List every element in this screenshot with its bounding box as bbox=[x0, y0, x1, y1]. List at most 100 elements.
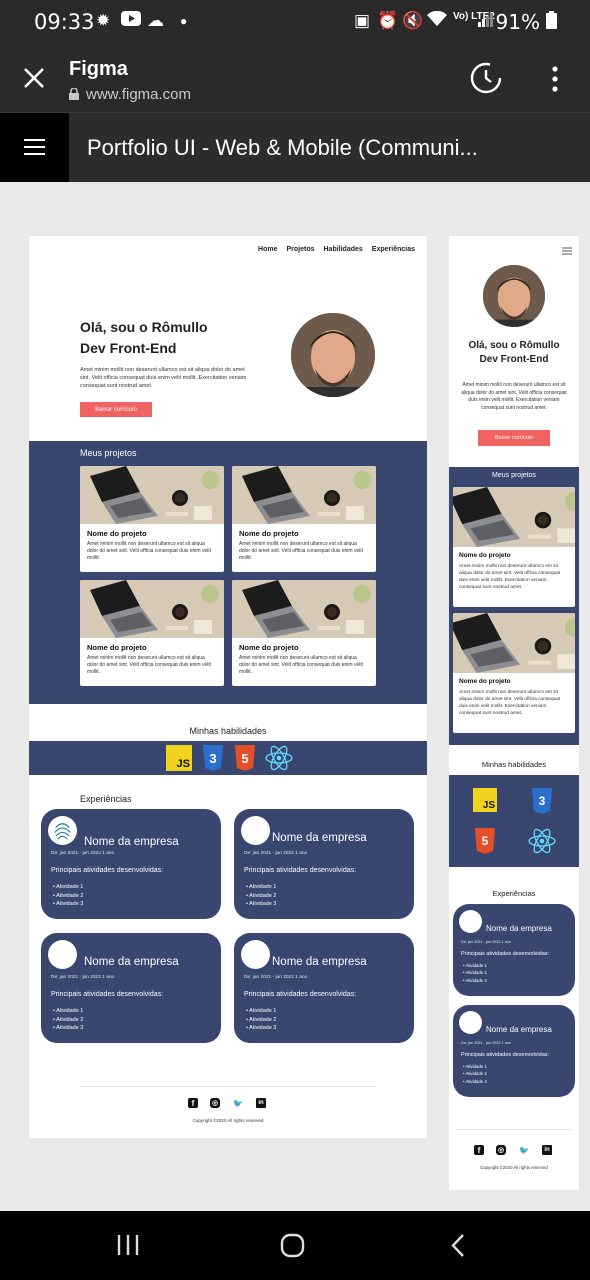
activities-label: Principais atividades desenvolvidas: bbox=[51, 867, 164, 874]
mobile-download-cv-button[interactable]: Baixar currículo bbox=[478, 430, 550, 446]
footer-divider bbox=[80, 1086, 376, 1087]
project-description: Amet minim mollit non deserunt ullamco e… bbox=[87, 654, 211, 676]
mobile-hero-title-line2: Dev Front-End bbox=[479, 354, 549, 365]
mobile-experience-heading: Experiências bbox=[492, 889, 536, 898]
youtube-icon bbox=[121, 11, 141, 31]
project-title: Nome do projeto bbox=[87, 529, 147, 538]
company-logo-placeholder bbox=[241, 816, 270, 845]
mobile-social-links: f ◎ 🐦 in bbox=[474, 1145, 552, 1155]
project-title: Nome do projeto bbox=[239, 529, 299, 538]
hero-title-line1: Olá, sou o Rômullo bbox=[80, 319, 208, 335]
activities-label: Principais atividades desenvolvidas: bbox=[461, 1052, 550, 1058]
mobile-projects-section: Meus projetos Nome do projeto Amet minim … bbox=[449, 467, 579, 745]
file-title: Portfolio UI - Web & Mobile (Communi... bbox=[87, 135, 478, 160]
experience-card[interactable]: Nome da empresa De: jan 2021 - jan 2022 1… bbox=[234, 933, 414, 1043]
save-icon: ▣ bbox=[354, 11, 371, 30]
activity-item: • Atividade 2 bbox=[246, 892, 277, 899]
project-image bbox=[80, 466, 224, 524]
experience-dates: De: jan 2021 - jan 2022 1 ano bbox=[461, 940, 512, 944]
project-description: Amet minim mollit non deserunt ullamco e… bbox=[459, 563, 561, 590]
company-logo-placeholder bbox=[459, 1011, 482, 1034]
recent-apps-icon[interactable] bbox=[116, 1233, 140, 1262]
company-name: Nome da empresa bbox=[486, 1025, 552, 1034]
projects-section: Meus projetos Nome do projeto Amet minim … bbox=[29, 441, 427, 704]
mobile-javascript-icon: JS bbox=[473, 788, 497, 812]
alarm-icon: ⏰ bbox=[377, 11, 399, 30]
linkedin-icon[interactable]: in bbox=[256, 1098, 266, 1108]
facebook-icon[interactable]: f bbox=[188, 1098, 198, 1108]
activity-item: • Atividade 2 bbox=[463, 970, 487, 976]
mobile-profile-photo bbox=[483, 265, 545, 327]
experience-card[interactable]: Nome da empresa De: jan 2021 - jan 2022 1… bbox=[453, 1005, 575, 1097]
html5-icon: 5 bbox=[234, 745, 256, 771]
activity-item: • Atividade 1 bbox=[463, 963, 487, 968]
activities-list: • Atividade 1 • Atividade 2 • Atividade 3 bbox=[246, 1007, 276, 1033]
activity-item: • Atividade 2 bbox=[246, 1016, 277, 1023]
activity-item: • Atividade 3 bbox=[463, 1078, 487, 1084]
activity-item: • Atividade 3 bbox=[53, 1025, 84, 1031]
activity-item: • Atividade 2 bbox=[53, 1016, 84, 1023]
dot-icon: ● bbox=[180, 14, 188, 28]
activity-item: • Atividade 3 bbox=[53, 901, 84, 907]
mobile-html5-icon: 5 bbox=[474, 828, 496, 854]
company-name: Nome da empresa bbox=[84, 956, 179, 968]
signal-icon bbox=[478, 11, 494, 32]
nav-projetos[interactable]: Projetos bbox=[286, 246, 314, 253]
mobile-skills-heading: Minhas habilidades bbox=[481, 760, 547, 769]
project-card[interactable]: Nome do projeto Amet minim mollit non des… bbox=[80, 580, 224, 686]
activity-item: • Atividade 1 bbox=[53, 1008, 84, 1014]
hero-text: Amet minim mollit non deserunt ullamco e… bbox=[80, 367, 247, 389]
project-card[interactable]: Nome do projeto Amet minim mollit non des… bbox=[453, 613, 575, 733]
mobile-menu-icon[interactable] bbox=[562, 242, 572, 260]
company-name: Nome da empresa bbox=[486, 924, 552, 933]
download-cv-button[interactable]: Baixar currículo bbox=[80, 402, 152, 417]
react-icon bbox=[264, 744, 294, 777]
activities-list: • Atividade 1 • Atividade 2 • Atividade 3 bbox=[53, 883, 83, 909]
mute-icon: 🔇 bbox=[402, 11, 424, 30]
activity-item: • Atividade 3 bbox=[246, 901, 277, 907]
mobile-linkedin-icon[interactable]: in bbox=[542, 1145, 552, 1155]
profile-photo bbox=[291, 313, 375, 397]
mobile-frame[interactable]: Olá, sou o Rômullo Dev Front-End Amet mi… bbox=[449, 236, 579, 1190]
skills-section: JS 3 5 bbox=[29, 741, 427, 775]
experience-card[interactable]: Nome da empresa De: jan 2021 - jan 2022 1… bbox=[41, 809, 221, 919]
twitter-icon[interactable]: 🐦 bbox=[232, 1098, 244, 1108]
activities-label: Principais atividades desenvolvidas: bbox=[244, 991, 357, 998]
project-card[interactable]: Nome do projeto Amet minim mollit non des… bbox=[232, 580, 376, 686]
cloud-icon: ☁ bbox=[147, 11, 164, 30]
activity-item: • Atividade 1 bbox=[53, 884, 84, 890]
mobile-facebook-icon[interactable]: f bbox=[474, 1145, 484, 1155]
instagram-icon[interactable]: ◎ bbox=[210, 1098, 220, 1108]
mobile-instagram-icon[interactable]: ◎ bbox=[496, 1145, 506, 1155]
nav-habilidades[interactable]: Habilidades bbox=[324, 246, 363, 253]
hamburger-menu-button[interactable] bbox=[0, 113, 69, 182]
activity-item: • Atividade 1 bbox=[246, 884, 277, 890]
nav-home[interactable]: Home bbox=[258, 246, 277, 253]
project-image bbox=[80, 580, 224, 638]
battery-percent: 91% bbox=[495, 10, 540, 34]
experience-dates: De: jan 2021 - jan 2022 1 ano bbox=[244, 851, 308, 856]
project-card[interactable]: Nome do projeto Amet minim mollit non des… bbox=[232, 466, 376, 572]
back-icon[interactable] bbox=[450, 1233, 466, 1263]
project-title: Nome do projeto bbox=[459, 552, 511, 559]
battery-icon bbox=[546, 11, 557, 34]
more-options-icon[interactable] bbox=[552, 66, 558, 97]
experience-card[interactable]: Nome da empresa De: jan 2021 - jan 2022 1… bbox=[234, 809, 414, 919]
css3-icon: 3 bbox=[202, 745, 224, 771]
project-card[interactable]: Nome do projeto Amet minim mollit non des… bbox=[453, 487, 575, 607]
android-nav-bar bbox=[0, 1211, 590, 1280]
figma-header: Portfolio UI - Web & Mobile (Communi... bbox=[0, 113, 590, 182]
experience-card[interactable]: Nome da empresa De: jan 2021 - jan 2022 1… bbox=[453, 904, 575, 996]
nav-experiencias[interactable]: Experiências bbox=[372, 246, 415, 253]
home-icon[interactable] bbox=[280, 1233, 305, 1263]
experience-card[interactable]: Nome da empresa De: jan 2021 - jan 2022 1… bbox=[41, 933, 221, 1043]
mobile-footer-copyright: Copyright ©2020 All rights reserved bbox=[480, 1165, 548, 1170]
footer-copyright: Copyright ©2020 All rights reserved bbox=[192, 1118, 264, 1123]
project-title: Nome do projeto bbox=[459, 678, 511, 685]
project-card[interactable]: Nome do projeto Amet minim mollit non des… bbox=[80, 466, 224, 572]
close-icon[interactable] bbox=[22, 66, 46, 95]
mobile-twitter-icon[interactable]: 🐦 bbox=[518, 1145, 530, 1155]
browser-url[interactable]: www.figma.com bbox=[86, 86, 191, 103]
desktop-frame[interactable]: Home Projetos Habilidades Experiências O… bbox=[29, 236, 427, 1138]
timer-icon[interactable] bbox=[469, 61, 503, 100]
